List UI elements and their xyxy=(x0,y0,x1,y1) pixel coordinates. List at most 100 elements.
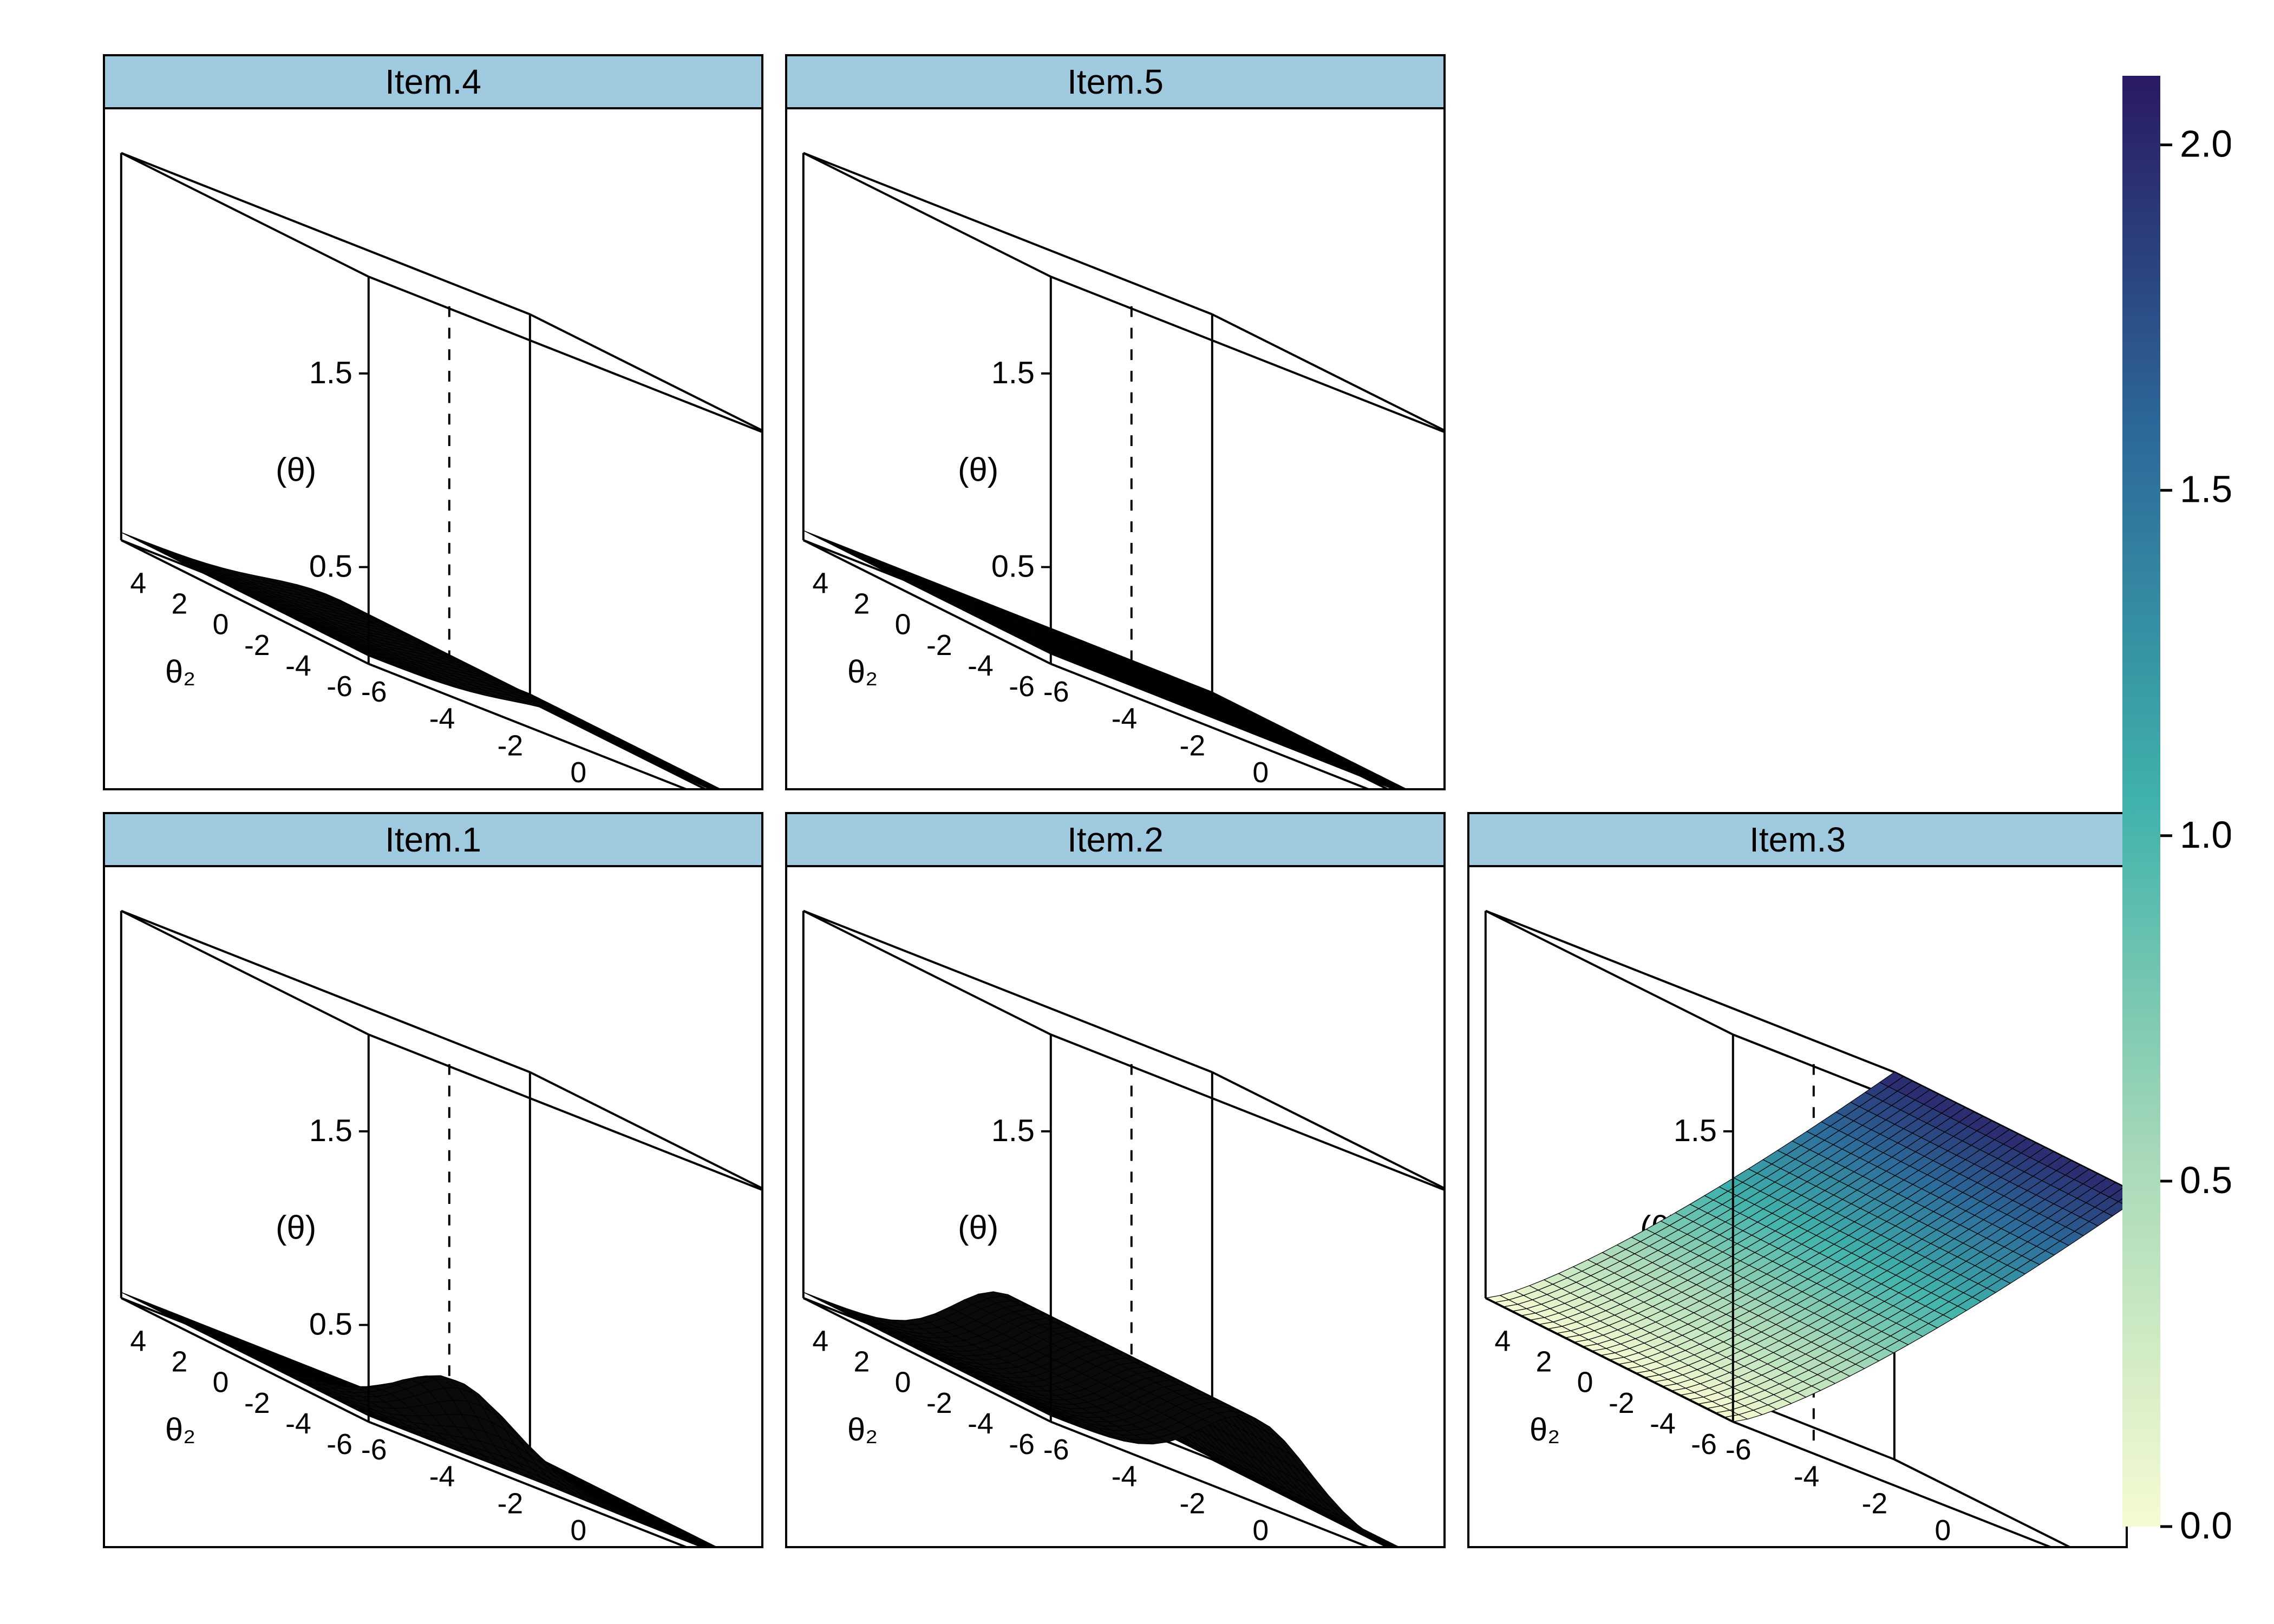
svg-text:-4: -4 xyxy=(429,703,455,735)
svg-text:0: 0 xyxy=(895,1366,911,1399)
svg-text:0: 0 xyxy=(570,756,586,788)
svg-text:-4: -4 xyxy=(968,1407,994,1440)
plot-area: 0.51.5(θ)-6-4-20246θ₁-6-4-20246θ₂ xyxy=(787,867,1443,1546)
strip-title: Item.4 xyxy=(105,56,761,109)
svg-text:(θ): (θ) xyxy=(276,1209,316,1247)
svg-text:-2: -2 xyxy=(244,1387,270,1419)
svg-text:θ₂: θ₂ xyxy=(1530,1411,1560,1448)
svg-text:-2: -2 xyxy=(1180,729,1206,762)
svg-text:4: 4 xyxy=(130,1325,146,1358)
svg-text:-4: -4 xyxy=(1112,1461,1138,1493)
plot-area: 0.51.5(θ)-6-4-20246θ₁-6-4-20246θ₂ xyxy=(1469,867,2126,1546)
svg-text:θ₂: θ₂ xyxy=(165,653,195,690)
svg-text:θ₂: θ₂ xyxy=(165,1411,195,1448)
svg-text:-6: -6 xyxy=(1691,1428,1717,1461)
svg-text:-6: -6 xyxy=(1009,670,1035,703)
figure: Item.40.51.5(θ)-6-4-20246θ₁-6-4-20246θ₂I… xyxy=(0,0,2274,1624)
plot-area: 0.51.5(θ)-6-4-20246θ₁-6-4-20246θ₂ xyxy=(787,109,1443,788)
panel-Item.1: Item.10.51.5(θ)-6-4-20246θ₁-6-4-20246θ₂ xyxy=(103,812,763,1548)
svg-text:2: 2 xyxy=(171,1346,187,1378)
svg-text:-4: -4 xyxy=(968,650,994,682)
strip-title: Item.5 xyxy=(787,56,1443,109)
svg-text:-4: -4 xyxy=(285,650,311,682)
surface xyxy=(121,532,761,788)
svg-text:0: 0 xyxy=(570,1514,586,1546)
svg-text:2: 2 xyxy=(638,1541,655,1546)
svg-text:2: 2 xyxy=(2003,1541,2019,1546)
svg-text:-6: -6 xyxy=(326,670,352,703)
panel-Item.4: Item.40.51.5(θ)-6-4-20246θ₁-6-4-20246θ₂ xyxy=(103,54,763,790)
svg-text:-6: -6 xyxy=(1043,676,1069,708)
svg-text:4: 4 xyxy=(130,567,146,600)
colorbar-tick: 1.0 xyxy=(2180,814,2231,856)
svg-text:-2: -2 xyxy=(498,729,524,762)
svg-text:1.5: 1.5 xyxy=(991,356,1035,390)
svg-text:2: 2 xyxy=(638,783,655,788)
svg-text:0: 0 xyxy=(895,608,911,641)
svg-text:0: 0 xyxy=(213,1366,229,1399)
panel-Item.2: Item.20.51.5(θ)-6-4-20246θ₁-6-4-20246θ₂ xyxy=(785,812,1446,1548)
svg-text:-2: -2 xyxy=(498,1487,524,1520)
svg-text:0.5: 0.5 xyxy=(309,549,352,584)
svg-text:-4: -4 xyxy=(1794,1461,1820,1493)
svg-text:(θ): (θ) xyxy=(958,451,998,489)
svg-text:-6: -6 xyxy=(1726,1433,1752,1466)
strip-title: Item.2 xyxy=(787,814,1443,867)
strip-title: Item.1 xyxy=(105,814,761,867)
svg-text:2: 2 xyxy=(1321,1541,1337,1546)
svg-text:4: 4 xyxy=(812,1325,828,1358)
svg-text:(θ): (θ) xyxy=(958,1209,998,1247)
svg-text:2: 2 xyxy=(853,1346,870,1378)
colorbar-tick: 0.5 xyxy=(2180,1159,2231,1201)
plot-area: 0.51.5(θ)-6-4-20246θ₁-6-4-20246θ₂ xyxy=(105,867,761,1546)
svg-text:(θ): (θ) xyxy=(276,451,316,489)
svg-text:-4: -4 xyxy=(429,1461,455,1493)
svg-text:1.5: 1.5 xyxy=(309,356,352,390)
svg-text:0: 0 xyxy=(1935,1514,1951,1546)
panel-grid: Item.40.51.5(θ)-6-4-20246θ₁-6-4-20246θ₂I… xyxy=(103,54,2128,1548)
svg-text:-2: -2 xyxy=(1180,1487,1206,1520)
colorbar-tick: 2.0 xyxy=(2180,123,2231,165)
svg-text:-4: -4 xyxy=(1112,703,1138,735)
svg-text:-6: -6 xyxy=(361,1433,387,1466)
svg-text:-2: -2 xyxy=(1862,1487,1888,1520)
svg-text:θ₂: θ₂ xyxy=(847,653,878,690)
svg-text:-6: -6 xyxy=(1009,1428,1035,1461)
svg-text:2: 2 xyxy=(1321,783,1337,788)
svg-text:4: 4 xyxy=(812,567,828,600)
svg-text:2: 2 xyxy=(171,588,187,620)
strip-title: Item.3 xyxy=(1469,814,2126,867)
svg-text:0.5: 0.5 xyxy=(991,549,1035,584)
svg-text:θ₂: θ₂ xyxy=(847,1411,878,1448)
svg-text:1.5: 1.5 xyxy=(1674,1114,1717,1148)
svg-text:0: 0 xyxy=(213,608,229,641)
svg-text:-2: -2 xyxy=(926,1387,952,1419)
svg-text:2: 2 xyxy=(853,588,870,620)
svg-text:0: 0 xyxy=(1252,1514,1269,1546)
panel-empty xyxy=(1467,54,2128,790)
panel-Item.5: Item.50.51.5(θ)-6-4-20246θ₁-6-4-20246θ₂ xyxy=(785,54,1446,790)
surface xyxy=(803,531,1443,788)
svg-text:1.5: 1.5 xyxy=(991,1114,1035,1148)
svg-text:1.5: 1.5 xyxy=(309,1114,352,1148)
colorbar-tick: 0.0 xyxy=(2180,1504,2231,1547)
svg-text:0: 0 xyxy=(1577,1366,1593,1399)
svg-text:-2: -2 xyxy=(926,629,952,662)
svg-text:-6: -6 xyxy=(326,1428,352,1461)
colorbar: 0.0 0.5 1.0 1.5 2.0 xyxy=(2122,54,2231,1548)
svg-text:0.5: 0.5 xyxy=(309,1307,352,1341)
svg-text:-6: -6 xyxy=(1043,1433,1069,1466)
svg-text:-6: -6 xyxy=(361,676,387,708)
svg-text:-4: -4 xyxy=(1650,1407,1676,1440)
svg-text:2: 2 xyxy=(1535,1346,1552,1378)
panel-Item.3: Item.30.51.5(θ)-6-4-20246θ₁-6-4-20246θ₂ xyxy=(1467,812,2128,1548)
plot-area: 0.51.5(θ)-6-4-20246θ₁-6-4-20246θ₂ xyxy=(105,109,761,788)
surface xyxy=(803,1292,1443,1546)
svg-text:0: 0 xyxy=(1252,756,1269,788)
colorbar-tick: 1.5 xyxy=(2180,468,2231,510)
svg-text:4: 4 xyxy=(1494,1325,1511,1358)
svg-text:-2: -2 xyxy=(244,629,270,662)
svg-text:-4: -4 xyxy=(285,1407,311,1440)
svg-text:-2: -2 xyxy=(1609,1387,1635,1419)
surface xyxy=(121,1292,761,1546)
